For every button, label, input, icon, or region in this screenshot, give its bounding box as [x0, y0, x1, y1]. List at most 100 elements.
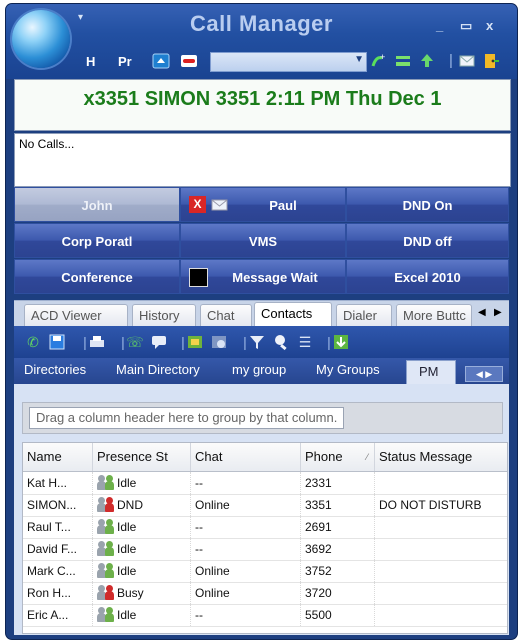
presence-icon [97, 497, 115, 512]
list-icon[interactable]: ☰ [296, 333, 314, 351]
dial-input[interactable]: ▼ [210, 52, 367, 72]
print-icon[interactable] [88, 333, 106, 351]
table-row[interactable]: Eric A... Idle -- 5500 [23, 604, 507, 627]
table-row[interactable]: Kat H... Idle -- 2331 [23, 472, 507, 495]
cell-name: SIMON... [23, 494, 93, 516]
subtab-my-group[interactable]: my group [232, 362, 286, 377]
subtab-main-directory[interactable]: Main Directory [116, 362, 200, 377]
tab-dialer[interactable]: Dialer [336, 304, 392, 326]
table-row[interactable]: David F... Idle -- 3692 [23, 538, 507, 561]
button-excel-2010[interactable]: Excel 2010 [346, 259, 509, 294]
filter-icon[interactable] [248, 333, 266, 351]
button-corp-portal[interactable]: Corp Poratl [14, 223, 180, 258]
cell-presence: DND [93, 494, 191, 516]
cell-name: Raul T... [23, 516, 93, 538]
cell-presence: Idle [93, 560, 191, 582]
cell-presence: Idle [93, 472, 191, 494]
subtab-pm[interactable]: PM [406, 360, 456, 384]
tab-contacts[interactable]: Contacts [254, 302, 332, 327]
subtab-scroll-arrows[interactable]: ◀ ▶ [465, 366, 503, 382]
cell-presence: Busy [93, 582, 191, 604]
cell-chat: Online [191, 494, 301, 516]
table-row[interactable]: SIMON... DND Online 3351 DO NOT DISTURB [23, 494, 507, 517]
edit-group-icon[interactable] [210, 333, 228, 351]
cell-status-message [375, 582, 507, 604]
add-contact-icon[interactable]: + [370, 52, 388, 70]
tab-acd-viewer[interactable]: ACD Viewer [24, 304, 128, 326]
cell-name: Mark C... [23, 560, 93, 582]
minimize-button[interactable]: _ [436, 18, 443, 33]
subtab-directories[interactable]: Directories [24, 362, 86, 377]
cell-name: Eric A... [23, 604, 93, 626]
cell-status-message [375, 604, 507, 626]
tab-scroll-left-icon[interactable]: ◀ [478, 307, 486, 318]
button-vms[interactable]: VMS [180, 223, 346, 258]
voicemail-icon[interactable] [394, 52, 412, 70]
column-header-status-message[interactable]: Status Message [375, 443, 507, 471]
table-row[interactable]: Mark C... Idle Online 3752 [23, 560, 507, 583]
maximize-button[interactable]: ▭ [460, 18, 472, 34]
presence-label: Busy [117, 586, 144, 600]
button-conference[interactable]: Conference [14, 259, 180, 294]
button-dnd-on[interactable]: DND On [346, 187, 509, 222]
mail-icon[interactable] [458, 52, 476, 70]
button-dnd-off[interactable]: DND off [346, 223, 509, 258]
column-header-chat[interactable]: Chat [191, 443, 301, 471]
cell-name: Ron H... [23, 582, 93, 604]
group-by-hint: Drag a column header here to group by th… [29, 407, 345, 429]
table-row[interactable]: Raul T... Idle -- 2691 [23, 516, 507, 539]
main-tabs: ACD Viewer History Chat Contacts Dialer … [14, 300, 509, 327]
column-header-presence[interactable]: Presence St [93, 443, 191, 471]
table-row[interactable]: Ron H... Busy Online 3720 [23, 582, 507, 605]
table-header: Name Presence St Chat Phone ⁄ Status Mes… [23, 443, 507, 472]
button-message-wait[interactable]: Message Wait [180, 259, 346, 294]
directory-tabs: Directories Main Directory my group My G… [14, 358, 509, 384]
button-paul-label: Paul [269, 198, 297, 213]
tab-chat[interactable]: Chat [200, 304, 252, 326]
presence-label: Idle [117, 476, 137, 490]
add-group-icon[interactable] [186, 333, 204, 351]
calls-panel: No Calls... [14, 133, 511, 187]
import-icon[interactable] [332, 333, 350, 351]
tab-history[interactable]: History [132, 304, 196, 326]
dial-contact-icon[interactable]: ☏ [126, 333, 144, 351]
cell-name: Kat H... [23, 472, 93, 494]
transfer-icon[interactable] [418, 52, 436, 70]
exit-icon[interactable] [482, 52, 500, 70]
column-header-phone[interactable]: Phone ⁄ [301, 443, 375, 471]
tab-scroll-right-icon[interactable]: ▶ [494, 307, 502, 318]
group-by-panel[interactable]: Drag a column header here to group by th… [22, 402, 503, 434]
call-contact-icon[interactable]: ✆ [24, 333, 42, 351]
cell-phone: 3752 [301, 560, 375, 582]
button-paul[interactable]: X Paul [180, 187, 346, 222]
subtab-my-groups[interactable]: My Groups [316, 362, 380, 377]
button-message-wait-label: Message Wait [232, 270, 318, 285]
pr-button[interactable]: Pr [118, 54, 132, 69]
cell-status-message [375, 538, 507, 560]
cell-presence: Idle [93, 516, 191, 538]
status-banner-text: x3351 SIMON 3351 2:11 PM Thu Dec 1 [83, 88, 442, 110]
cell-phone: 2691 [301, 516, 375, 538]
cell-status-message: DO NOT DISTURB [379, 498, 482, 512]
save-icon[interactable] [48, 333, 66, 351]
cell-phone: 3692 [301, 538, 375, 560]
phone-icon[interactable] [152, 52, 170, 70]
cell-presence: Idle [93, 604, 191, 626]
button-john[interactable]: John [14, 187, 180, 222]
contacts-table: Name Presence St Chat Phone ⁄ Status Mes… [22, 442, 508, 634]
cell-chat: -- [191, 538, 301, 560]
hangup-icon[interactable] [180, 52, 198, 70]
tab-more-buttons[interactable]: More Buttc [396, 304, 472, 326]
close-button[interactable]: x [486, 18, 493, 33]
chat-icon[interactable] [150, 333, 168, 351]
column-header-phone-label: Phone [305, 449, 343, 464]
h-button[interactable]: H [86, 54, 95, 69]
cell-phone: 2331 [301, 472, 375, 494]
presence-icon [97, 563, 115, 578]
search-contact-icon[interactable] [272, 333, 290, 351]
chevron-down-icon[interactable]: ▼ [354, 54, 364, 65]
cell-chat: -- [191, 472, 301, 494]
column-header-name[interactable]: Name [23, 443, 93, 471]
presence-icon [97, 607, 115, 622]
presence-label: Idle [117, 520, 137, 534]
